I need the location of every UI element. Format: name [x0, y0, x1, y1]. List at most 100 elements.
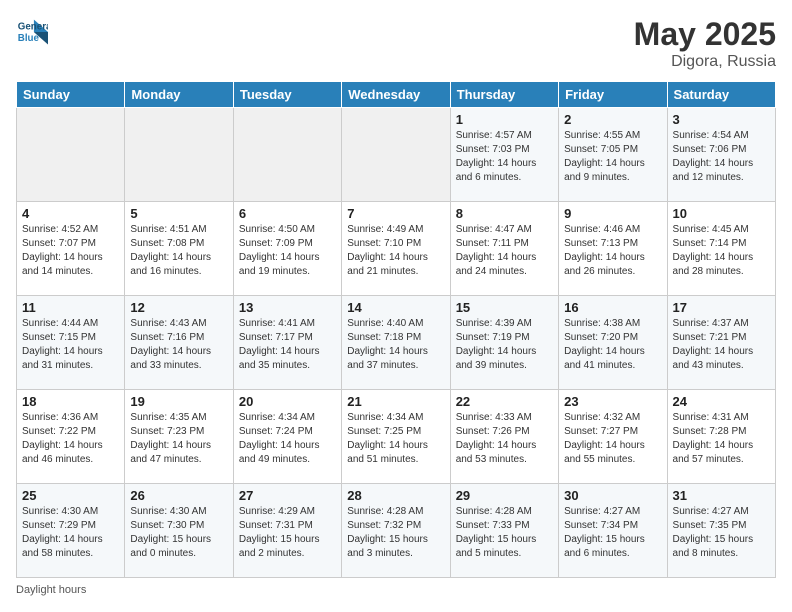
day-number: 3 [673, 112, 770, 127]
daylight-note: Daylight hours [16, 584, 86, 596]
day-number: 2 [564, 112, 661, 127]
week-row-5: 25 Sunrise: 4:30 AM Sunset: 7:29 PM Dayli… [17, 484, 776, 578]
day-cell: 1Sunrise: 4:57 AM Sunset: 7:03 PM Daylig… [450, 108, 558, 202]
day-cell: 24 Sunrise: 4:31 AM Sunset: 7:28 PM Dayli… [667, 390, 775, 484]
day-info: Sunrise: 4:34 AM Sunset: 7:24 PM Dayligh… [239, 411, 336, 467]
footer-note: Daylight hours [16, 584, 776, 596]
day-info: Sunrise: 4:43 AM Sunset: 7:16 PM Dayligh… [130, 317, 227, 373]
day-number: 16 [564, 300, 661, 315]
day-number: 19 [130, 394, 227, 409]
day-number: 31 [673, 488, 770, 503]
day-number: 11 [22, 300, 119, 315]
day-number: 30 [564, 488, 661, 503]
title-block: May 2025 Digora, Russia [634, 16, 776, 71]
day-cell: 14 Sunrise: 4:40 AM Sunset: 7:18 PM Dayli… [342, 296, 450, 390]
day-info: Sunrise: 4:36 AM Sunset: 7:22 PM Dayligh… [22, 411, 119, 467]
day-info: Sunrise: 4:51 AM Sunset: 7:08 PM Dayligh… [130, 223, 227, 279]
day-cell: 11 Sunrise: 4:44 AM Sunset: 7:15 PM Dayli… [17, 296, 125, 390]
day-info: Sunrise: 4:30 AM Sunset: 7:29 PM Dayligh… [22, 505, 119, 561]
day-number: 23 [564, 394, 661, 409]
calendar-table: SundayMondayTuesdayWednesdayThursdayFrid… [16, 81, 776, 578]
day-cell [342, 108, 450, 202]
day-info: Sunrise: 4:47 AM Sunset: 7:11 PM Dayligh… [456, 223, 553, 279]
svg-text:General: General [18, 21, 48, 32]
day-info: Sunrise: 4:35 AM Sunset: 7:23 PM Dayligh… [130, 411, 227, 467]
day-cell: 10Sunrise: 4:45 AM Sunset: 7:14 PM Dayli… [667, 202, 775, 296]
day-info: Sunrise: 4:33 AM Sunset: 7:26 PM Dayligh… [456, 411, 553, 467]
day-number: 4 [22, 206, 119, 221]
day-cell: 4 Sunrise: 4:52 AM Sunset: 7:07 PM Daylig… [17, 202, 125, 296]
weekday-header-monday: Monday [125, 82, 233, 108]
day-info: Sunrise: 4:27 AM Sunset: 7:34 PM Dayligh… [564, 505, 661, 561]
week-row-1: 1Sunrise: 4:57 AM Sunset: 7:03 PM Daylig… [17, 108, 776, 202]
page: General Blue May 2025 Digora, Russia Sun… [0, 0, 792, 612]
day-cell: 30 Sunrise: 4:27 AM Sunset: 7:34 PM Dayli… [559, 484, 667, 578]
weekday-header-saturday: Saturday [667, 82, 775, 108]
day-number: 8 [456, 206, 553, 221]
day-cell [233, 108, 341, 202]
day-number: 28 [347, 488, 444, 503]
day-number: 15 [456, 300, 553, 315]
location-title: Digora, Russia [634, 53, 776, 71]
day-info: Sunrise: 4:52 AM Sunset: 7:07 PM Dayligh… [22, 223, 119, 279]
day-info: Sunrise: 4:49 AM Sunset: 7:10 PM Dayligh… [347, 223, 444, 279]
day-number: 17 [673, 300, 770, 315]
day-number: 6 [239, 206, 336, 221]
day-info: Sunrise: 4:57 AM Sunset: 7:03 PM Dayligh… [456, 129, 553, 185]
day-cell: 19 Sunrise: 4:35 AM Sunset: 7:23 PM Dayli… [125, 390, 233, 484]
day-number: 20 [239, 394, 336, 409]
day-number: 29 [456, 488, 553, 503]
day-info: Sunrise: 4:39 AM Sunset: 7:19 PM Dayligh… [456, 317, 553, 373]
day-cell [125, 108, 233, 202]
day-info: Sunrise: 4:28 AM Sunset: 7:32 PM Dayligh… [347, 505, 444, 561]
day-info: Sunrise: 4:38 AM Sunset: 7:20 PM Dayligh… [564, 317, 661, 373]
day-number: 21 [347, 394, 444, 409]
day-cell: 5 Sunrise: 4:51 AM Sunset: 7:08 PM Daylig… [125, 202, 233, 296]
day-cell: 26Sunrise: 4:30 AM Sunset: 7:30 PM Dayli… [125, 484, 233, 578]
day-info: Sunrise: 4:32 AM Sunset: 7:27 PM Dayligh… [564, 411, 661, 467]
weekday-header-tuesday: Tuesday [233, 82, 341, 108]
day-cell: 29 Sunrise: 4:28 AM Sunset: 7:33 PM Dayli… [450, 484, 558, 578]
day-cell: 23 Sunrise: 4:32 AM Sunset: 7:27 PM Dayli… [559, 390, 667, 484]
day-info: Sunrise: 4:28 AM Sunset: 7:33 PM Dayligh… [456, 505, 553, 561]
day-cell: 3 Sunrise: 4:54 AM Sunset: 7:06 PM Daylig… [667, 108, 775, 202]
month-title: May 2025 [634, 16, 776, 53]
day-cell: 13Sunrise: 4:41 AM Sunset: 7:17 PM Dayli… [233, 296, 341, 390]
day-cell: 21Sunrise: 4:34 AM Sunset: 7:25 PM Dayli… [342, 390, 450, 484]
week-row-4: 18 Sunrise: 4:36 AM Sunset: 7:22 PM Dayli… [17, 390, 776, 484]
day-number: 7 [347, 206, 444, 221]
day-cell [17, 108, 125, 202]
day-cell: 25 Sunrise: 4:30 AM Sunset: 7:29 PM Dayli… [17, 484, 125, 578]
week-row-2: 4 Sunrise: 4:52 AM Sunset: 7:07 PM Daylig… [17, 202, 776, 296]
day-number: 22 [456, 394, 553, 409]
day-cell: 27 Sunrise: 4:29 AM Sunset: 7:31 PM Dayli… [233, 484, 341, 578]
day-info: Sunrise: 4:46 AM Sunset: 7:13 PM Dayligh… [564, 223, 661, 279]
svg-text:Blue: Blue [18, 33, 40, 44]
day-number: 13 [239, 300, 336, 315]
day-info: Sunrise: 4:55 AM Sunset: 7:05 PM Dayligh… [564, 129, 661, 185]
day-cell: 31Sunrise: 4:27 AM Sunset: 7:35 PM Dayli… [667, 484, 775, 578]
day-number: 12 [130, 300, 227, 315]
day-number: 18 [22, 394, 119, 409]
weekday-header-sunday: Sunday [17, 82, 125, 108]
day-info: Sunrise: 4:29 AM Sunset: 7:31 PM Dayligh… [239, 505, 336, 561]
day-cell: 20 Sunrise: 4:34 AM Sunset: 7:24 PM Dayli… [233, 390, 341, 484]
day-cell: 22 Sunrise: 4:33 AM Sunset: 7:26 PM Dayli… [450, 390, 558, 484]
day-info: Sunrise: 4:54 AM Sunset: 7:06 PM Dayligh… [673, 129, 770, 185]
day-cell: 7 Sunrise: 4:49 AM Sunset: 7:10 PM Daylig… [342, 202, 450, 296]
day-cell: 6 Sunrise: 4:50 AM Sunset: 7:09 PM Daylig… [233, 202, 341, 296]
day-info: Sunrise: 4:44 AM Sunset: 7:15 PM Dayligh… [22, 317, 119, 373]
weekday-header-thursday: Thursday [450, 82, 558, 108]
day-number: 25 [22, 488, 119, 503]
day-info: Sunrise: 4:50 AM Sunset: 7:09 PM Dayligh… [239, 223, 336, 279]
day-cell: 9Sunrise: 4:46 AM Sunset: 7:13 PM Daylig… [559, 202, 667, 296]
day-cell: 8 Sunrise: 4:47 AM Sunset: 7:11 PM Daylig… [450, 202, 558, 296]
day-number: 27 [239, 488, 336, 503]
header: General Blue May 2025 Digora, Russia [16, 16, 776, 71]
day-number: 14 [347, 300, 444, 315]
day-info: Sunrise: 4:31 AM Sunset: 7:28 PM Dayligh… [673, 411, 770, 467]
weekday-header-row: SundayMondayTuesdayWednesdayThursdayFrid… [17, 82, 776, 108]
day-number: 24 [673, 394, 770, 409]
day-info: Sunrise: 4:40 AM Sunset: 7:18 PM Dayligh… [347, 317, 444, 373]
day-number: 5 [130, 206, 227, 221]
